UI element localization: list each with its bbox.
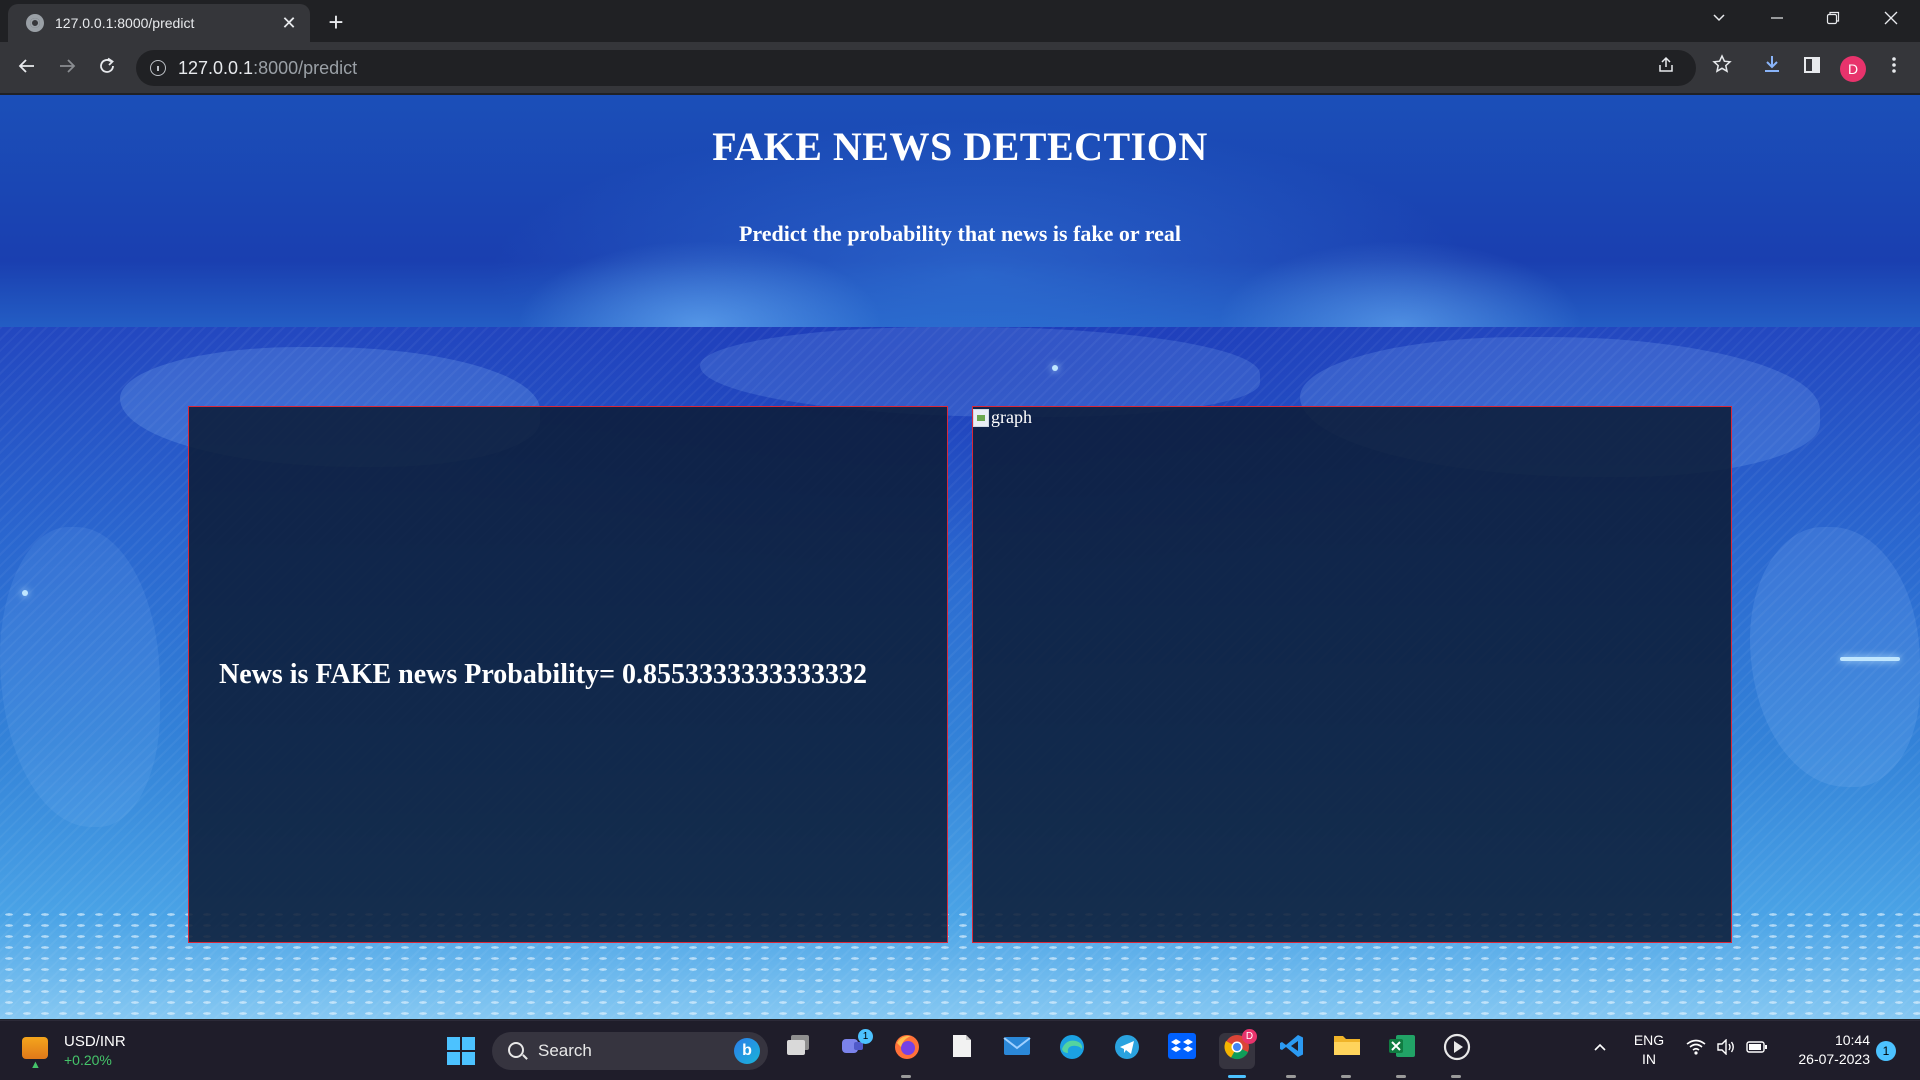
windows-start-icon[interactable] [443, 1033, 479, 1069]
notepad-icon[interactable] [944, 1033, 980, 1069]
firefox-icon[interactable] [889, 1033, 925, 1078]
search-placeholder: Search [538, 1041, 592, 1060]
reload-icon[interactable] [91, 52, 123, 84]
notification-badge[interactable]: 1 [1876, 1041, 1896, 1061]
result-panel: News is FAKE news Probability= 0.8553333… [188, 406, 948, 943]
taskbar-clock[interactable]: 10:44 26-07-2023 [1780, 1031, 1870, 1069]
taskbar: ▲ USD/INR +0.20% Search b 1 D ENG IN 10:… [0, 1020, 1920, 1080]
excel-icon[interactable] [1384, 1033, 1420, 1078]
download-icon[interactable] [1756, 52, 1788, 84]
teams-chat-icon[interactable]: 1 [835, 1029, 873, 1069]
file-explorer-icon[interactable] [1329, 1033, 1365, 1078]
language-indicator[interactable]: ENG IN [1624, 1031, 1674, 1069]
widget-change: +0.20% [64, 1052, 112, 1068]
minimize-button[interactable] [1762, 6, 1792, 36]
currency-widget[interactable]: ▲ USD/INR +0.20% [18, 1031, 138, 1071]
page-header: FAKE NEWS DETECTION Predict the probabil… [0, 95, 1920, 327]
close-tab-button[interactable]: ✕ [278, 12, 300, 34]
chrome-profile-badge: D [1242, 1029, 1257, 1044]
browser-toolbar: 127.0.0.1:8000/predict D [0, 42, 1920, 94]
browser-tab[interactable]: 127.0.0.1:8000/predict ✕ [8, 4, 310, 42]
site-info-icon[interactable] [150, 60, 166, 76]
back-arrow-icon[interactable] [11, 52, 43, 84]
widget-title: USD/INR [64, 1033, 126, 1050]
browser-tabstrip: 127.0.0.1:8000/predict ✕ + [0, 0, 1920, 42]
page-subtitle: Predict the probability that news is fak… [738, 221, 1182, 246]
clock-date: 26-07-2023 [1798, 1051, 1870, 1067]
volume-icon[interactable] [1716, 1038, 1736, 1060]
taskbar-search[interactable]: Search b [492, 1032, 768, 1070]
media-player-icon[interactable] [1439, 1033, 1475, 1078]
telegram-icon[interactable] [1109, 1033, 1145, 1069]
menu-kebab-icon[interactable] [1878, 52, 1910, 84]
graph-alt-text: graph [991, 407, 1032, 427]
search-icon [508, 1042, 524, 1058]
side-panel-icon[interactable] [1796, 52, 1828, 84]
close-window-button[interactable] [1876, 6, 1906, 36]
globe-icon [26, 14, 44, 32]
restore-button[interactable] [1818, 6, 1848, 36]
page-title: FAKE NEWS DETECTION [712, 124, 1208, 169]
currency-coins-icon [22, 1037, 48, 1059]
wifi-icon[interactable] [1686, 1039, 1706, 1060]
edge-icon[interactable] [1054, 1033, 1090, 1069]
tab-title: 127.0.0.1:8000/predict [55, 15, 195, 31]
share-icon[interactable] [1650, 52, 1682, 84]
chrome-icon[interactable]: D [1219, 1029, 1257, 1078]
new-tab-button[interactable]: + [322, 8, 350, 36]
profile-avatar[interactable]: D [1840, 56, 1866, 82]
forward-arrow-icon[interactable] [51, 52, 83, 84]
broken-image-icon [973, 408, 989, 427]
mail-icon[interactable] [999, 1033, 1035, 1069]
clock-time: 10:44 [1834, 1032, 1870, 1048]
teams-badge: 1 [858, 1029, 873, 1044]
address-bar[interactable]: 127.0.0.1:8000/predict [136, 50, 1696, 86]
dropbox-icon[interactable] [1164, 1033, 1200, 1069]
battery-icon[interactable] [1746, 1039, 1768, 1059]
show-hidden-icons-chevron-icon[interactable] [1592, 1039, 1608, 1060]
url-text[interactable]: 127.0.0.1:8000/predict [178, 58, 357, 79]
bookmark-star-icon[interactable] [1706, 52, 1738, 84]
graph-image-broken: graph [973, 407, 1032, 428]
up-arrow-icon: ▲ [30, 1059, 41, 1071]
vscode-icon[interactable] [1274, 1033, 1310, 1078]
bing-icon[interactable]: b [734, 1038, 760, 1064]
tab-search-chevron-icon[interactable] [1704, 6, 1734, 36]
graph-panel: graph [972, 406, 1732, 943]
task-view-icon[interactable] [780, 1033, 816, 1069]
prediction-result: News is FAKE news Probability= 0.8553333… [219, 659, 868, 690]
web-page: FAKE NEWS DETECTION Predict the probabil… [0, 95, 1920, 1019]
